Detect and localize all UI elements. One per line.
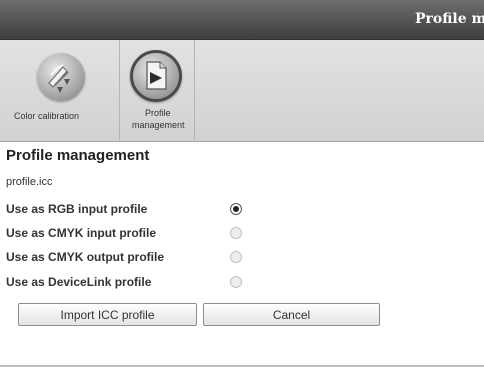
window-title: Profile m <box>415 11 484 27</box>
option-cmyk-input-label: Use as CMYK input profile <box>6 226 157 240</box>
radio-cmyk-output[interactable] <box>230 251 242 263</box>
toolbar: Color calibration Profile management <box>0 40 484 142</box>
color-calibration-icon <box>37 53 85 101</box>
option-cmyk-output: Use as CMYK output profile <box>6 248 266 268</box>
tool-profile-management[interactable]: Profile management <box>119 40 195 141</box>
page-title: Profile management <box>6 147 150 164</box>
tool-profile-management-label-1: Profile <box>145 108 171 118</box>
option-cmyk-output-label: Use as CMYK output profile <box>6 250 165 264</box>
tool-profile-management-label-2: management <box>132 120 185 130</box>
option-rgb-input-label: Use as RGB input profile <box>6 202 148 216</box>
option-devicelink-label: Use as DeviceLink profile <box>6 275 152 289</box>
radio-rgb-input[interactable] <box>230 203 242 215</box>
option-devicelink: Use as DeviceLink profile <box>6 273 266 293</box>
tool-color-calibration[interactable]: Color calibration <box>0 40 118 141</box>
cancel-button[interactable]: Cancel <box>203 303 380 326</box>
profile-management-icon <box>130 50 182 102</box>
option-cmyk-input: Use as CMYK input profile <box>6 224 266 244</box>
profile-filename: profile.icc <box>6 176 53 188</box>
import-icc-profile-button[interactable]: Import ICC profile <box>18 303 197 326</box>
tool-color-calibration-label: Color calibration <box>14 111 80 121</box>
title-bar: Profile m <box>0 0 484 40</box>
option-rgb-input: Use as RGB input profile <box>6 200 266 220</box>
radio-cmyk-input[interactable] <box>230 227 242 239</box>
radio-devicelink[interactable] <box>230 276 242 288</box>
